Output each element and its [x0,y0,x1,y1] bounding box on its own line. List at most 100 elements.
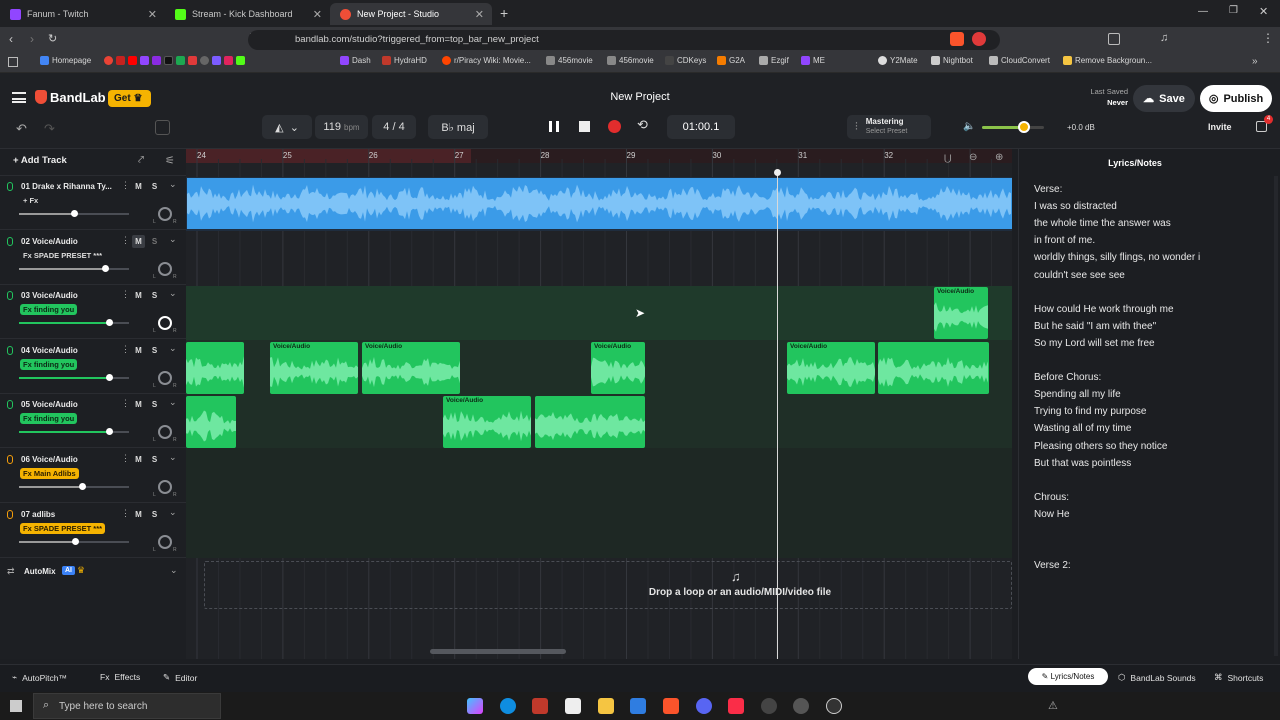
mastering-button[interactable]: ⫶ Mastering Select Preset [847,115,931,139]
audio-clip[interactable]: Voice/Audio [787,341,875,394]
menu-icon[interactable]: ⋮ [1262,31,1274,45]
track-row[interactable]: 07 adlibs Fx SPADE PRESET *** ⋮ M S ⌄ L R [0,504,186,558]
track-volume-slider[interactable] [19,486,129,488]
chevron-down-icon[interactable]: ⌄ [169,179,177,190]
track-name[interactable]: 05 Voice/Audio [21,400,117,409]
time-signature-control[interactable]: 4 / 4 [372,115,416,139]
track-row[interactable]: 05 Voice/Audio Fx finding you ⋮ M S ⌄ L R [0,394,186,449]
track-fx-badge[interactable]: Fx finding you [20,413,78,425]
audio-clip[interactable] [186,396,236,449]
apps-grid-icon[interactable] [8,57,18,67]
discord-icon[interactable] [696,698,712,714]
undo-icon[interactable]: ↶ [16,121,27,137]
track-fx-badge[interactable]: + Fx [20,195,41,206]
track-volume-slider[interactable] [19,267,129,270]
bandlab-sounds-tab[interactable]: ⬡ BandLab Sounds [1118,672,1196,683]
loop-icon[interactable]: ⟲ [637,117,648,133]
audio-clip[interactable]: Voice/Audio [362,341,460,394]
drop-zone[interactable]: ♫ Drop a loop or an audio/MIDI/video fil… [204,561,1012,609]
master-volume-slider[interactable] [982,126,1044,129]
track-fx-badge[interactable]: Fx finding you [20,358,78,370]
forward-icon[interactable]: › [30,32,34,46]
music-app-icon[interactable] [728,698,744,714]
track-row[interactable]: 03 Voice/Audio Fx finding you ⋮ M S ⌄ L R [0,285,186,340]
close-tab-icon[interactable]: ✕ [313,8,322,21]
track-menu-icon[interactable]: ⋮ [121,289,130,300]
volume-knob[interactable] [72,537,80,545]
brave-rewards-icon[interactable] [972,32,986,46]
track-name[interactable]: 03 Voice/Audio [21,291,117,300]
audio-clip[interactable]: Voice/Audio [591,341,645,394]
track-menu-icon[interactable]: ⋮ [121,453,130,464]
audio-clip[interactable] [535,396,645,449]
track-menu-icon[interactable]: ⋮ [121,508,130,519]
bookmark-item[interactable]: Y2Mate [878,56,918,65]
solo-button[interactable]: S [148,180,161,193]
effects-button[interactable]: Fx Effects [100,672,140,682]
track-fx-badge[interactable]: Fx finding you [20,304,78,316]
pan-dial[interactable] [158,480,172,494]
brave-shield-icon[interactable] [950,32,964,46]
audio-clip[interactable] [186,341,244,394]
taskbar-search[interactable]: ⌕ Type here to search [33,693,221,719]
track-fx-badge[interactable]: Fx SPADE PRESET *** [20,522,106,534]
stop-icon[interactable] [579,121,590,132]
get-button[interactable]: Get ♛ [108,90,151,107]
volume-knob[interactable] [106,319,114,327]
close-tab-icon[interactable]: ✕ [475,8,484,21]
track-row[interactable]: 06 Voice/Audio Fx Main Adlibs ⋮ M S ⌄ L R [0,449,186,503]
solo-button[interactable]: S [148,289,161,302]
track-fx-badge[interactable]: Fx SPADE PRESET *** [20,250,105,261]
brave-icon[interactable] [663,698,679,714]
bookmark-item[interactable]: ME [801,56,825,65]
mute-button[interactable]: M [132,398,145,411]
obs-icon[interactable] [761,698,777,714]
key-control[interactable]: B♭ maj [428,115,488,139]
solo-button[interactable]: S [148,508,161,521]
bookmark-item[interactable]: Homepage [40,56,91,65]
media-player-icon[interactable] [826,698,842,714]
file-explorer-icon[interactable] [598,698,614,714]
windows-start-icon[interactable] [10,700,22,712]
pan-dial[interactable] [158,534,172,549]
invite-button[interactable]: Invite [1208,122,1232,132]
bookmark-item[interactable]: Dash [340,56,371,65]
bookmark-item[interactable]: r/Piracy Wiki: Movie... [442,56,531,65]
browser-tab-studio[interactable]: New Project - Studio ✕ [330,3,492,25]
lyrics-scrollbar[interactable] [1274,176,1278,656]
pan-dial[interactable] [158,425,172,440]
bookmark-item[interactable]: 456movie [546,56,593,65]
audio-clip[interactable]: Voice/Audio [270,341,358,394]
pan-dial[interactable] [158,207,172,221]
audio-clip[interactable]: Voice/Audio [934,287,988,340]
bookmark-item[interactable]: 456movie [607,56,654,65]
audio-clip[interactable]: Voice/Audio [443,396,531,449]
lyrics-notes-tab[interactable]: ✎ Lyrics/Notes [1028,668,1108,685]
track-row[interactable]: 01 Drake x Rihanna Ty... + Fx ⋮ M S ⌄ L R [0,176,186,230]
mute-button[interactable]: M [132,344,145,357]
close-window-icon[interactable]: ✕ [1259,5,1268,18]
volume-knob[interactable] [1018,121,1030,133]
zoom-out-icon[interactable]: ⊖ [969,152,977,163]
track-row[interactable]: 02 Voice/Audio Fx SPADE PRESET *** ⋮ M S ⌄ L R [0,231,186,285]
horizontal-scrollbar[interactable] [430,649,566,654]
edge-icon[interactable] [500,698,516,714]
bookmark-item[interactable]: G2A [717,56,745,65]
chevron-down-icon[interactable]: ⌄ [169,234,177,245]
shortcuts-button[interactable]: ⌘ Shortcuts [1214,672,1263,683]
bookmark-item[interactable]: CloudConvert [989,56,1050,65]
maximize-icon[interactable]: ❐ [1229,5,1238,16]
track-name[interactable]: 01 Drake x Rihanna Ty... [21,182,117,191]
bookmark-item[interactable]: Remove Backgroun... [1063,56,1152,65]
pan-dial[interactable] [158,370,172,385]
bookmark-item[interactable]: CDKeys [665,56,706,65]
track-fx-badge[interactable]: Fx Main Adlibs [20,468,79,479]
extensions-icon[interactable] [1108,33,1120,45]
metronome-button[interactable]: ◭ ⌄ [262,115,312,139]
autopitch-button[interactable]: ⌁ AutoPitch™ [12,672,67,683]
publish-button[interactable]: ◎ Publish [1200,85,1272,112]
audio-clip-main[interactable] [187,178,1012,229]
browser-tab-twitch[interactable]: Fanum - Twitch ✕ [0,3,165,25]
track-settings-icon[interactable]: ⚟ [165,154,175,167]
music-icon[interactable]: ♫ [1160,32,1168,44]
